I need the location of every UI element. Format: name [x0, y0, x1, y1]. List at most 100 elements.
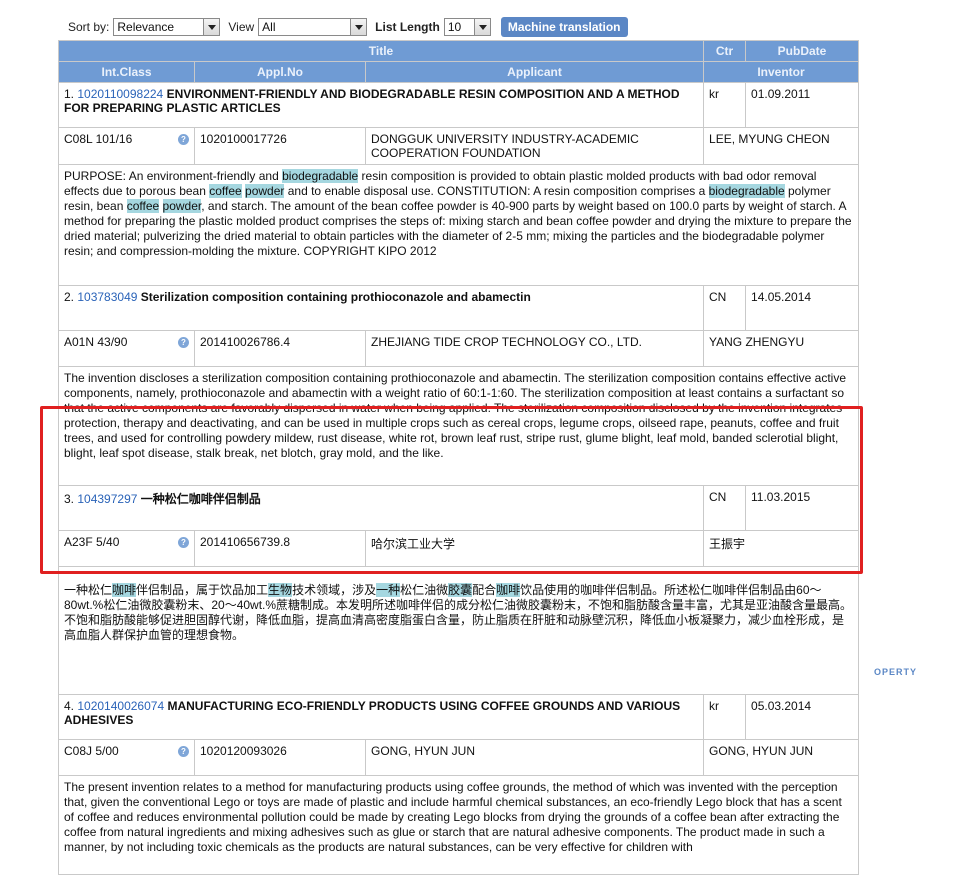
- result-title-cell: 1. 1020110098224 ENVIRONMENT-FRIENDLY AN…: [57, 82, 705, 128]
- highlighted-term: 一种: [376, 583, 401, 597]
- col-header-pubdate[interactable]: PubDate: [745, 40, 860, 62]
- result-title-row: 4. 1020140026074 MANUFACTURING ECO-FRIEN…: [57, 694, 860, 740]
- result-inventor: LEE, MYUNG CHEON: [703, 127, 860, 165]
- result-title-row: 3. 104397297 一种松仁咖啡伴侣制品 CN 11.03.2015: [57, 485, 860, 531]
- highlighted-term: 胶囊: [448, 583, 473, 597]
- result-abstract-row: The invention discloses a sterilization …: [57, 366, 860, 486]
- result-country: kr: [703, 82, 747, 128]
- col-header-applno[interactable]: Appl.No: [194, 61, 366, 83]
- abstract-text: 技术领域，涉及: [292, 583, 377, 597]
- chevron-down-icon: [350, 19, 367, 35]
- result-inventor: GONG, HYUN JUN: [703, 739, 860, 776]
- result-applicant: ZHEJIANG TIDE CROP TECHNOLOGY CO., LTD.: [364, 330, 705, 367]
- result-title-cell: 4. 1020140026074 MANUFACTURING ECO-FRIEN…: [57, 694, 705, 740]
- result-info-row: A01N 43/90? 201410026786.4 ZHEJIANG TIDE C…: [58, 330, 860, 367]
- help-icon[interactable]: ?: [178, 337, 189, 348]
- abstract-text: The invention discloses a sterilization …: [64, 371, 846, 460]
- result-intclass: A01N 43/90: [64, 335, 128, 349]
- highlighted-term: biodegradable: [708, 184, 785, 198]
- col-header-inventor[interactable]: Inventor: [703, 61, 860, 83]
- result-id-link[interactable]: 1020140026074: [77, 699, 164, 713]
- abstract-text: The present invention relates to a metho…: [64, 780, 842, 854]
- result-abstract: The invention discloses a sterilization …: [57, 366, 860, 486]
- result-number: 3.: [64, 492, 75, 506]
- highlighted-term: coffee: [209, 184, 242, 198]
- result-abstract-row: 一种松仁咖啡伴侣制品，属于饮品加工生物技术领域，涉及一种松仁油微胶囊配合咖啡饮品…: [57, 566, 860, 695]
- result-number: 4.: [64, 699, 75, 713]
- abstract-text: 伴侣制品，属于饮品加工: [136, 583, 269, 597]
- result-id-link[interactable]: 1020110098224: [77, 87, 163, 101]
- list-length-value: 10: [447, 20, 462, 34]
- result-pubdate: 01.09.2011: [745, 82, 860, 128]
- chevron-down-icon: [473, 19, 490, 35]
- result-intclass-cell: C08J 5/00?: [58, 739, 195, 776]
- sort-label: Sort by:: [68, 20, 110, 34]
- result-title-row: 1. 1020110098224 ENVIRONMENT-FRIENDLY AN…: [57, 82, 860, 128]
- abstract-text: PURPOSE: An environment-friendly and: [64, 169, 283, 183]
- result-title-cell: 3. 104397297 一种松仁咖啡伴侣制品: [57, 485, 705, 531]
- result-number: 1.: [64, 87, 75, 101]
- abstract-text: 一种松仁: [64, 583, 113, 597]
- result-title-cell: 2. 103783049 Sterilization composition c…: [57, 285, 705, 331]
- result-abstract: PURPOSE: An environment-friendly and bio…: [57, 164, 860, 286]
- col-header-title[interactable]: Title: [57, 40, 705, 62]
- result-info-row: C08J 5/00? 1020120093026 GONG, HYUN JUN GON…: [58, 739, 860, 776]
- result-country: CN: [703, 485, 747, 531]
- result-intclass: C08L 101/16: [64, 132, 133, 146]
- col-header-applicant[interactable]: Applicant: [364, 61, 705, 83]
- col-header-ctr[interactable]: Ctr: [703, 40, 747, 62]
- result-applicant: DONGGUK UNIVERSITY INDUSTRY-ACADEMIC COO…: [364, 127, 705, 165]
- results-table: Title Ctr PubDate Int.Class Appl.No Appl…: [57, 40, 860, 875]
- toolbar: Sort by: Relevance View All List Length …: [68, 16, 628, 38]
- result-applicant: 哈尔滨工业大学: [364, 530, 705, 567]
- highlighted-term: coffee: [126, 199, 160, 213]
- results-body: 1. 1020110098224 ENVIRONMENT-FRIENDLY AN…: [57, 82, 860, 875]
- result-intclass-cell: A01N 43/90?: [58, 330, 195, 367]
- view-label: View: [228, 20, 255, 34]
- result-title-row: 2. 103783049 Sterilization composition c…: [57, 285, 860, 331]
- result-info-row: C08L 101/16? 1020100017726 DONGGUK UNIVERS…: [58, 127, 860, 165]
- result-inventor: YANG ZHENGYU: [703, 330, 860, 367]
- result-title: 一种松仁咖啡伴侣制品: [140, 492, 261, 506]
- highlighted-term: 咖啡: [112, 583, 137, 597]
- result-id-link[interactable]: 104397297: [77, 492, 137, 506]
- result-intclass: A23F 5/40: [64, 535, 120, 549]
- help-icon[interactable]: ?: [178, 134, 189, 145]
- result-intclass-cell: C08L 101/16?: [58, 127, 195, 165]
- highlighted-term: 生物: [268, 583, 293, 597]
- abstract-text: and to enable disposal use. CONSTITUTION…: [284, 184, 709, 198]
- col-header-intclass[interactable]: Int.Class: [58, 61, 195, 83]
- highlighted-term: powder: [245, 184, 285, 198]
- result-applno: 1020120093026: [194, 739, 366, 776]
- result-inventor: 王振宇: [703, 530, 860, 567]
- result-number: 2.: [64, 290, 75, 304]
- result-applno: 1020100017726: [194, 127, 366, 165]
- view-select[interactable]: All: [258, 18, 368, 36]
- view-value: All: [262, 20, 276, 34]
- help-icon[interactable]: ?: [178, 537, 189, 548]
- list-length-select[interactable]: 10: [443, 18, 491, 36]
- help-icon[interactable]: ?: [178, 746, 189, 757]
- machine-translation-button[interactable]: Machine translation: [500, 17, 628, 37]
- result-abstract: The present invention relates to a metho…: [57, 775, 860, 875]
- list-length-label: List Length: [375, 20, 440, 34]
- result-applno: 201410026786.4: [194, 330, 366, 367]
- result-abstract-row: The present invention relates to a metho…: [57, 775, 860, 875]
- result-applicant: GONG, HYUN JUN: [364, 739, 705, 776]
- result-pubdate: 05.03.2014: [745, 694, 860, 740]
- watermark-text: OPERTY: [874, 667, 918, 677]
- sort-select[interactable]: Relevance: [113, 18, 221, 36]
- header-row-1: Title Ctr PubDate: [57, 40, 860, 62]
- result-pubdate: 14.05.2014: [745, 285, 860, 331]
- result-pubdate: 11.03.2015: [745, 485, 860, 531]
- highlighted-term: biodegradable: [282, 169, 359, 183]
- result-intclass-cell: A23F 5/40?: [58, 530, 195, 567]
- result-title: Sterilization composition containing pro…: [140, 290, 531, 304]
- result-intclass: C08J 5/00: [64, 744, 119, 758]
- result-country: CN: [703, 285, 747, 331]
- result-id-link[interactable]: 103783049: [77, 290, 137, 304]
- abstract-text: 松仁油微: [400, 583, 449, 597]
- result-abstract-row: PURPOSE: An environment-friendly and bio…: [57, 164, 860, 286]
- highlighted-term: powder: [162, 199, 202, 213]
- abstract-text: 配合: [472, 583, 497, 597]
